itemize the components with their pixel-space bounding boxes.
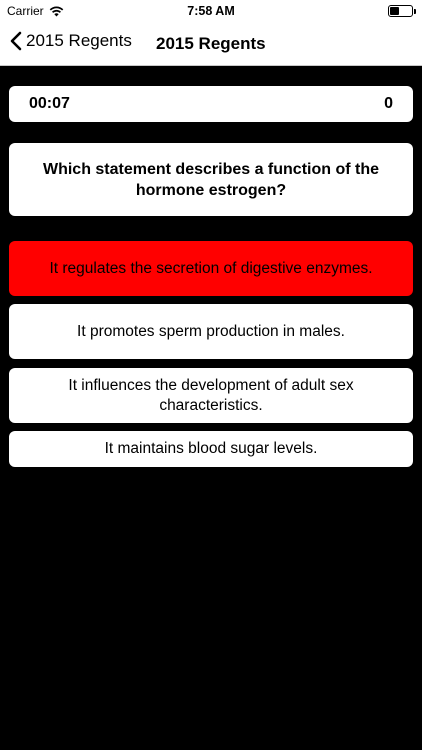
answer-option-4[interactable]: It maintains blood sugar levels. (9, 431, 413, 467)
status-right (388, 5, 416, 17)
chevron-left-icon (10, 31, 22, 51)
answer-text: It promotes sperm production in males. (77, 322, 345, 340)
score-value: 0 (384, 95, 393, 112)
quiz-content: 00:07 0 Which statement describes a func… (0, 66, 422, 750)
answer-text: It influences the development of adult s… (68, 376, 354, 414)
battery-fill (390, 7, 400, 15)
page-title: 2015 Regents (156, 34, 266, 53)
status-bar: Carrier 7:58 AM (0, 0, 422, 22)
answer-option-3[interactable]: It influences the development of adult s… (9, 368, 413, 423)
question-card: Which statement describes a function of … (9, 143, 413, 216)
answer-text: It maintains blood sugar levels. (104, 440, 318, 457)
timer-bar: 00:07 0 (9, 86, 413, 122)
status-time: 7:58 AM (187, 4, 235, 18)
battery-tip (414, 9, 416, 14)
back-button-label: 2015 Regents (26, 31, 132, 50)
question-text: Which statement describes a function of … (42, 160, 380, 199)
answer-option-1[interactable]: It regulates the secretion of digestive … (9, 241, 413, 296)
answer-option-2[interactable]: It promotes sperm production in males. (9, 304, 413, 359)
timer-value: 00:07 (29, 95, 70, 112)
navigation-bar: 2015 Regents 2015 Regents (0, 22, 422, 66)
battery-icon (388, 5, 416, 17)
back-button[interactable]: 2015 Regents (10, 31, 132, 51)
answer-text: It regulates the secretion of digestive … (49, 259, 373, 277)
